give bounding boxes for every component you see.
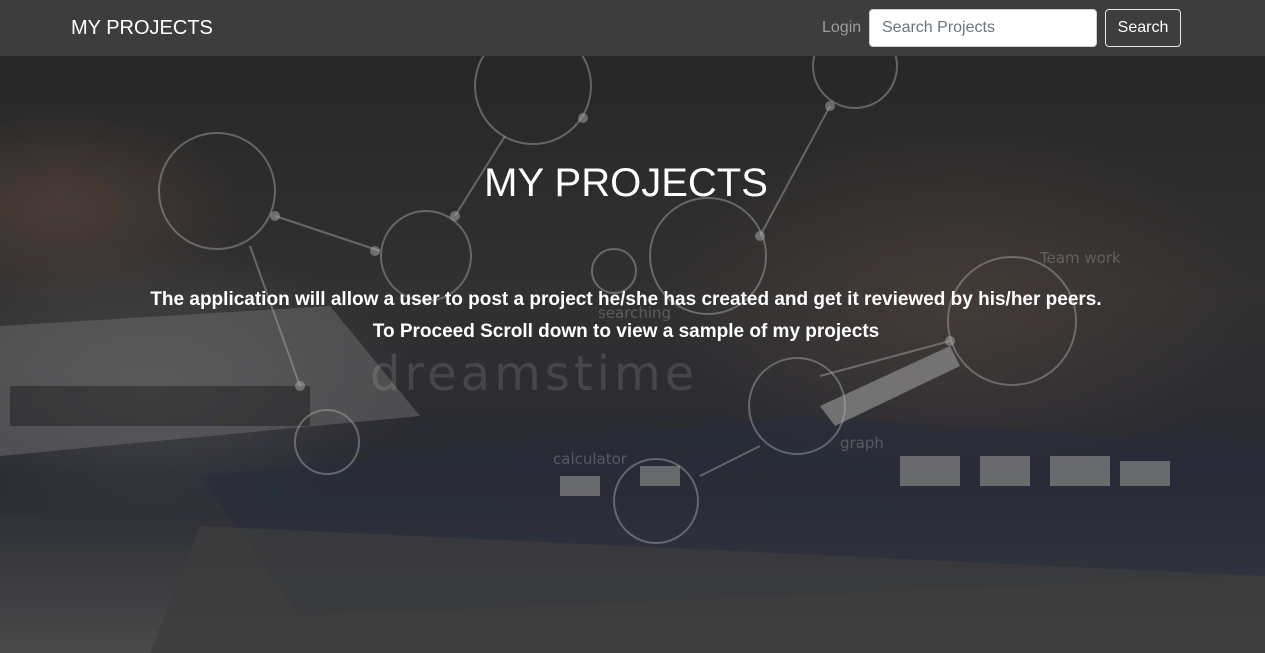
search-input[interactable] — [869, 9, 1097, 47]
search-button[interactable]: Search — [1105, 9, 1181, 47]
hero-scroll-hint: To Proceed Scroll down to view a sample … — [372, 321, 880, 342]
watermark-text: dreamstime — [370, 346, 699, 402]
hero-banner: Team work searching calculator graph dre… — [0, 56, 1265, 653]
brand-link[interactable]: MY PROJECTS — [71, 15, 213, 41]
login-link[interactable]: Login — [822, 18, 861, 38]
hero-description: The application will allow a user to pos… — [150, 289, 1102, 310]
hero-title: MY PROJECTS — [484, 161, 768, 205]
top-navbar: MY PROJECTS Login Search — [0, 0, 1265, 56]
